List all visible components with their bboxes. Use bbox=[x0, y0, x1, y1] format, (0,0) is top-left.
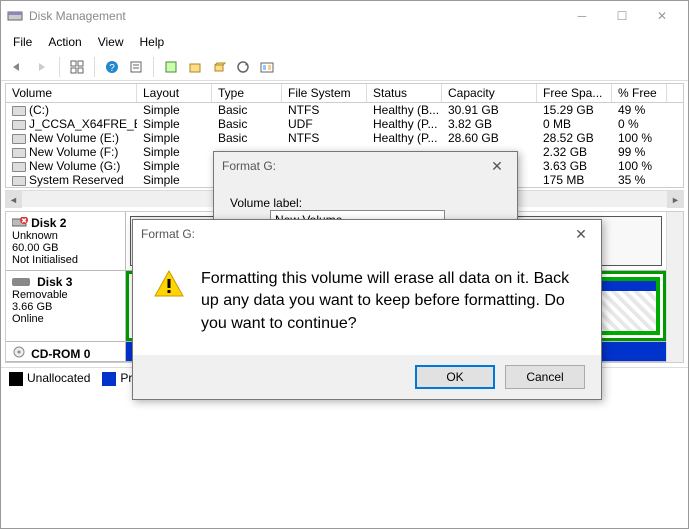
svg-text:✖: ✖ bbox=[21, 218, 27, 225]
close-icon[interactable]: ✕ bbox=[569, 222, 593, 246]
dialog-title-bar: Format G: ✕ bbox=[214, 152, 517, 180]
menu-bar: File Action View Help bbox=[1, 31, 688, 53]
col-filesystem[interactable]: File System bbox=[282, 84, 367, 102]
disk-info[interactable]: Disk 3 Removable 3.66 GB Online bbox=[6, 271, 126, 341]
dialog-title: Format G: bbox=[141, 227, 195, 241]
confirm-dialog: Format G: ✕ Formatting this volume will … bbox=[132, 219, 602, 400]
col-volume[interactable]: Volume bbox=[6, 84, 137, 102]
drive-icon bbox=[12, 148, 26, 158]
help-button[interactable]: ? bbox=[101, 56, 123, 78]
col-capacity[interactable]: Capacity bbox=[442, 84, 537, 102]
tool-icon[interactable] bbox=[256, 56, 278, 78]
window-title: Disk Management bbox=[29, 9, 562, 23]
drive-icon bbox=[12, 176, 26, 186]
col-layout[interactable]: Layout bbox=[137, 84, 212, 102]
tool-icon[interactable] bbox=[184, 56, 206, 78]
back-button[interactable] bbox=[7, 56, 29, 78]
toolbar: ? bbox=[1, 53, 688, 81]
close-button[interactable]: ✕ bbox=[642, 1, 682, 31]
disk-init: Not Initialised bbox=[12, 254, 78, 266]
list-header: Volume Layout Type File System Status Ca… bbox=[6, 84, 683, 103]
properties-button[interactable] bbox=[125, 56, 147, 78]
menu-help[interactable]: Help bbox=[132, 35, 173, 49]
tool-icon[interactable] bbox=[160, 56, 182, 78]
scroll-left-icon[interactable]: ◄ bbox=[5, 191, 22, 208]
table-row[interactable]: New Volume (E:)SimpleBasicNTFSHealthy (P… bbox=[6, 131, 683, 145]
app-icon bbox=[7, 8, 23, 24]
svg-text:?: ? bbox=[109, 63, 115, 74]
disk-info[interactable]: ✖ Disk 2 Unknown 60.00 GB Not Initialise… bbox=[6, 212, 126, 270]
dialog-buttons: OK Cancel bbox=[133, 355, 601, 399]
refresh-icon[interactable] bbox=[232, 56, 254, 78]
title-bar: Disk Management ─ ☐ ✕ bbox=[1, 1, 688, 31]
dialog-title: Format G: bbox=[222, 159, 276, 173]
tool-icon[interactable] bbox=[208, 56, 230, 78]
disk-err-icon: ✖ bbox=[12, 218, 31, 230]
col-pctfree[interactable]: % Free bbox=[612, 84, 667, 102]
disk-size: 3.66 GB bbox=[12, 301, 52, 313]
cdrom-name: CD-ROM 0 bbox=[31, 347, 90, 361]
warning-icon bbox=[153, 268, 185, 335]
table-row[interactable]: (C:)SimpleBasicNTFSHealthy (B...30.91 GB… bbox=[6, 103, 683, 117]
forward-button[interactable] bbox=[31, 56, 53, 78]
dialog-title-bar: Format G: ✕ bbox=[133, 220, 601, 248]
views-button[interactable] bbox=[66, 56, 88, 78]
disk-info[interactable]: CD-ROM 0 bbox=[6, 342, 126, 361]
disk-name: Disk 2 bbox=[31, 216, 66, 230]
disk-online: Online bbox=[12, 313, 44, 325]
ok-button[interactable]: OK bbox=[415, 365, 495, 389]
minimize-button[interactable]: ─ bbox=[562, 1, 602, 31]
drive-icon bbox=[12, 120, 26, 130]
cancel-button[interactable]: Cancel bbox=[505, 365, 585, 389]
col-type[interactable]: Type bbox=[212, 84, 282, 102]
drive-icon bbox=[12, 134, 26, 144]
disk-name: Disk 3 bbox=[37, 275, 72, 289]
table-row[interactable]: J_CCSA_X64FRE_E...SimpleBasicUDFHealthy … bbox=[6, 117, 683, 131]
menu-file[interactable]: File bbox=[5, 35, 40, 49]
maximize-button[interactable]: ☐ bbox=[602, 1, 642, 31]
disk-status: Unknown bbox=[12, 230, 58, 242]
disk-size: 60.00 GB bbox=[12, 242, 58, 254]
volume-label-text: Volume label: bbox=[230, 196, 302, 210]
col-status[interactable]: Status bbox=[367, 84, 442, 102]
menu-view[interactable]: View bbox=[90, 35, 132, 49]
menu-action[interactable]: Action bbox=[40, 35, 89, 49]
drive-icon bbox=[12, 106, 26, 116]
dialog-body: Formatting this volume will erase all da… bbox=[133, 248, 601, 355]
legend-unallocated: Unallocated bbox=[27, 371, 90, 385]
close-icon[interactable]: ✕ bbox=[485, 154, 509, 178]
v-scrollbar[interactable] bbox=[666, 212, 683, 362]
col-free[interactable]: Free Spa... bbox=[537, 84, 612, 102]
disk-icon bbox=[12, 278, 30, 286]
disk-removable: Removable bbox=[12, 289, 68, 301]
scroll-right-icon[interactable]: ► bbox=[667, 191, 684, 208]
cdrom-icon bbox=[12, 349, 31, 361]
dialog-message: Formatting this volume will erase all da… bbox=[201, 268, 581, 335]
drive-icon bbox=[12, 162, 26, 172]
